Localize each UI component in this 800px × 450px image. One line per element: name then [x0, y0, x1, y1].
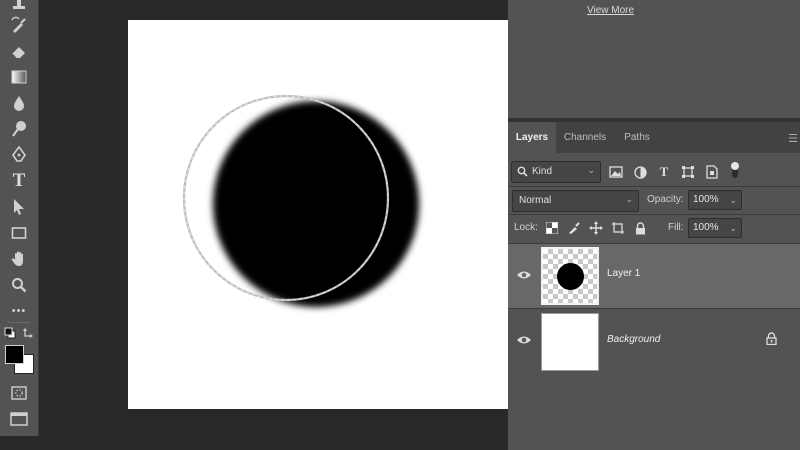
filter-toggle-switch[interactable] [730, 160, 740, 182]
lock-position-icon[interactable] [588, 220, 604, 236]
lock-label: Lock: [514, 222, 538, 233]
chevron-down-icon: ⌄ [729, 223, 737, 233]
toolbar-divider [8, 322, 30, 323]
blend-mode-dropdown[interactable]: Normal ⌄ [512, 190, 639, 212]
swap-colors-icon[interactable] [20, 325, 36, 341]
hand-icon[interactable] [6, 248, 32, 270]
fill-value: 100% [693, 222, 719, 233]
opacity-field[interactable]: 100% ⌄ [688, 190, 742, 210]
zoom-icon[interactable] [6, 274, 32, 296]
panel-divider [508, 214, 800, 215]
shape-layer-filter-icon[interactable] [680, 164, 696, 180]
canvas-artwork [182, 94, 419, 307]
chevron-down-icon: ⌄ [625, 194, 633, 204]
pen-icon[interactable] [6, 144, 32, 166]
blur-drop-icon[interactable] [6, 92, 32, 114]
filter-kind-dropdown[interactable]: Kind ⌄ [511, 161, 601, 183]
search-icon [517, 166, 528, 177]
lock-icon [766, 332, 778, 346]
screen-mode-icon[interactable] [6, 408, 32, 430]
fill-label: Fill: [668, 222, 684, 233]
type-icon[interactable]: T [6, 170, 32, 192]
opacity-label: Opacity: [647, 194, 684, 205]
panel-menu-icon[interactable]: ☰ [788, 132, 798, 145]
rectangle-icon[interactable] [6, 222, 32, 244]
layer-row-layer-1[interactable]: Layer 1 [508, 243, 800, 308]
layer-name[interactable]: Layer 1 [607, 268, 640, 279]
layer-row-background[interactable]: Background [508, 308, 800, 373]
gradient-icon[interactable] [6, 66, 32, 88]
layer-filter-row: Kind ⌄ T [508, 160, 800, 184]
layer-name[interactable]: Background [607, 334, 660, 345]
opacity-value: 100% [693, 194, 719, 205]
tab-channels[interactable]: Channels [556, 122, 614, 153]
learn-panel: View More [508, 0, 800, 118]
chevron-down-icon: ⌄ [729, 195, 737, 205]
path-selection-icon[interactable] [6, 196, 32, 218]
default-colors-icon[interactable] [2, 325, 18, 341]
document-canvas[interactable] [128, 20, 516, 409]
visibility-eye-icon[interactable] [516, 268, 532, 282]
eraser-icon[interactable] [6, 40, 32, 62]
chevron-down-icon: ⌄ [587, 165, 595, 175]
tab-paths[interactable]: Paths [614, 122, 660, 153]
tab-layers[interactable]: Layers [508, 122, 556, 153]
layers-panel: Layers Channels Paths ☰ Kind ⌄ T Normal … [508, 122, 800, 450]
blend-row: Normal ⌄ Opacity: 100% ⌄ [508, 190, 800, 212]
panel-tabs: Layers Channels Paths ☰ [508, 122, 800, 153]
thumbnail-circle [557, 263, 584, 290]
view-more-link[interactable]: View More [587, 5, 634, 16]
panel-divider [508, 186, 800, 187]
dodge-icon[interactable] [6, 118, 32, 140]
history-brush-icon[interactable] [6, 14, 32, 36]
right-panel-dock: View More Layers Channels Paths ☰ Kind ⌄… [508, 0, 800, 450]
filter-kind-label: Kind [532, 166, 553, 177]
lock-image-pixels-icon[interactable] [566, 220, 582, 236]
more-tools-icon[interactable]: ••• [6, 300, 32, 322]
pixel-layer-filter-icon[interactable] [608, 164, 624, 180]
foreground-color-swatch[interactable] [5, 345, 24, 364]
type-layer-filter-icon[interactable]: T [656, 164, 672, 180]
fill-field[interactable]: 100% ⌄ [688, 218, 742, 238]
lock-all-icon[interactable] [632, 220, 648, 236]
visibility-eye-icon[interactable] [516, 333, 532, 347]
smart-object-filter-icon[interactable] [704, 164, 720, 180]
lock-row: Lock: Fill: 100% ⌄ [508, 218, 800, 240]
document-workspace [39, 0, 516, 450]
prevent-autonest-icon[interactable] [610, 220, 626, 236]
adjustment-layer-filter-icon[interactable] [632, 164, 648, 180]
layer-thumbnail[interactable] [541, 313, 599, 371]
layer-thumbnail[interactable] [541, 247, 599, 305]
tools-panel: T ••• [0, 0, 39, 436]
lock-transparent-pixels-icon[interactable] [544, 220, 560, 236]
blend-mode-value: Normal [519, 195, 552, 206]
quick-mask-icon[interactable] [6, 382, 32, 404]
